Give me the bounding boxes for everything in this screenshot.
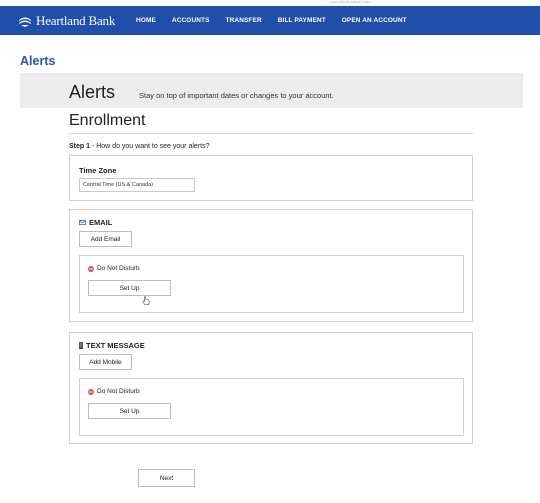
do-not-disturb-icon [88, 265, 94, 272]
page-title: Alerts [20, 54, 56, 68]
nav-home[interactable]: HOME [136, 17, 156, 24]
text-message-setup-button[interactable]: Set Up [88, 403, 171, 419]
banner-subtitle: Stay on top of important dates or change… [139, 91, 334, 100]
email-dnd-panel: Do Not Disturb Set Up [79, 255, 464, 313]
nav-transfer[interactable]: TRANSFER [226, 17, 262, 24]
nav-open-account[interactable]: OPEN AN ACCOUNT [342, 17, 407, 24]
email-section: EMAIL Add Email Do Not Disturb Set Up [69, 209, 473, 322]
hand-pointer-cursor-icon [142, 296, 150, 306]
step-text: - How do you want to see your alerts? [90, 143, 210, 150]
do-not-disturb-icon [88, 388, 94, 395]
add-mobile-button[interactable]: Add Mobile [79, 354, 132, 370]
text-message-heading: TEXT MESSAGE [79, 341, 145, 350]
text-message-section: TEXT MESSAGE Add Mobile Do Not Disturb S… [69, 332, 473, 444]
next-button[interactable]: Next [138, 469, 195, 487]
nav-bill-payment[interactable]: BILL PAYMENT [278, 17, 326, 24]
brand-name: Heartland Bank [36, 12, 116, 28]
step-number: Step 1 [69, 143, 91, 150]
top-navbar: Heartland Bank HOME ACCOUNTS TRANSFER BI… [0, 6, 540, 35]
nav-accounts[interactable]: ACCOUNTS [172, 17, 210, 24]
text-message-dnd-row: Do Not Disturb [88, 388, 140, 395]
text-message-dnd-panel: Do Not Disturb Set Up [79, 378, 464, 436]
alerts-banner: Alerts Stay on top of important dates or… [20, 73, 523, 108]
enrollment-divider [69, 133, 473, 134]
banner-title: Alerts [69, 82, 116, 102]
email-dnd-label: Do Not Disturb [97, 265, 140, 272]
email-setup-button[interactable]: Set Up [88, 280, 171, 296]
heartland-logo-icon [19, 17, 31, 27]
time-zone-card: Time Zone Central Time (US & Canada) [69, 155, 473, 201]
envelope-icon [79, 220, 86, 225]
step-instruction: Step 1 - How do you want to see your ale… [69, 143, 209, 150]
email-heading-text: EMAIL [89, 218, 113, 227]
enrollment-heading: Enrollment [69, 112, 146, 129]
email-heading: EMAIL [79, 218, 112, 227]
brand-logo[interactable]: Heartland Bank [18, 12, 115, 29]
text-message-dnd-label: Do Not Disturb [97, 388, 140, 395]
text-message-heading-text: TEXT MESSAGE [86, 341, 145, 350]
mobile-phone-icon [79, 342, 83, 349]
add-email-button[interactable]: Add Email [79, 231, 132, 247]
time-zone-label: Time Zone [79, 166, 117, 175]
main-nav: HOME ACCOUNTS TRANSFER BILL PAYMENT OPEN… [136, 6, 423, 35]
time-zone-select[interactable]: Central Time (US & Canada) [79, 178, 195, 192]
email-dnd-row: Do Not Disturb [88, 265, 140, 272]
last-login-text: LAST LOG IN: JUN 26, 2020 [330, 0, 371, 4]
